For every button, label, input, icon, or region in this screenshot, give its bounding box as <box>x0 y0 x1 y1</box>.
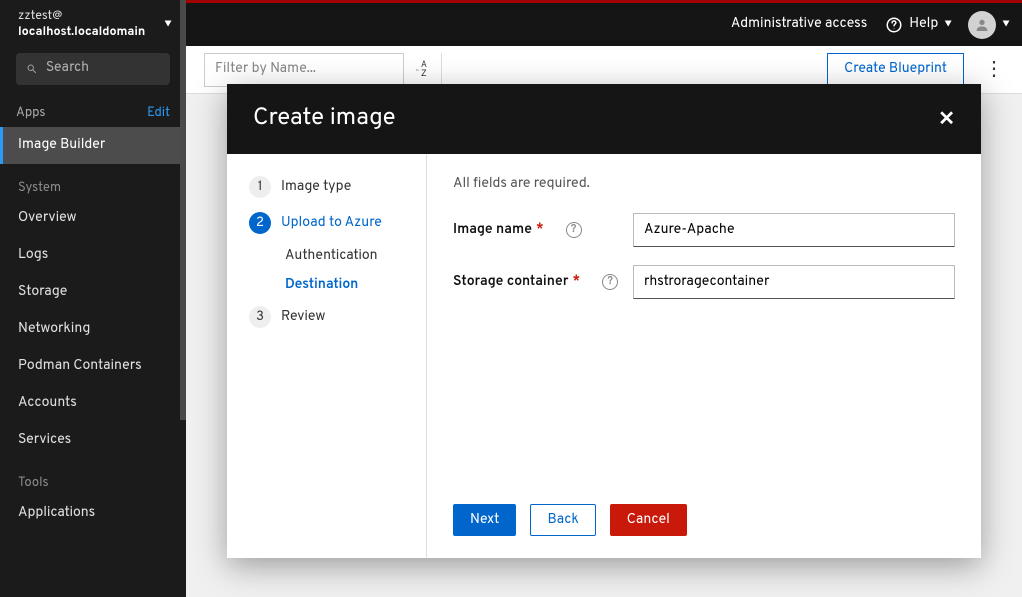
chevron-down-icon: ▼ <box>1002 18 1010 31</box>
sidebar-item-overview[interactable]: Overview <box>0 200 186 237</box>
step-number: 1 <box>249 176 271 198</box>
user-menu[interactable] <box>968 11 996 39</box>
apps-section-label: Apps <box>16 105 45 121</box>
step-number: 2 <box>249 212 271 234</box>
close-icon[interactable]: ✕ <box>938 106 955 133</box>
create-image-modal: Create image ✕ 1 Image type 2 Upload to … <box>227 84 981 558</box>
required-note: All fields are required. <box>453 176 955 193</box>
image-name-label: Image name* ? <box>453 222 633 239</box>
wizard-step-upload-azure[interactable]: 2 Upload to Azure <box>249 212 406 234</box>
chevron-down-icon: ▼ <box>944 18 952 31</box>
search-icon <box>26 62 38 76</box>
sidebar-item-accounts[interactable]: Accounts <box>0 385 186 422</box>
storage-container-input[interactable] <box>633 265 955 299</box>
storage-container-label: Storage container* ? <box>453 274 633 291</box>
search-input-wrap[interactable] <box>16 53 170 85</box>
sidebar-item-logs[interactable]: Logs <box>0 237 186 274</box>
apps-edit-link[interactable]: Edit <box>147 105 170 121</box>
image-name-input[interactable] <box>633 213 955 247</box>
modal-backdrop: Create image ✕ 1 Image type 2 Upload to … <box>186 46 1022 597</box>
wizard-step-review[interactable]: 3 Review <box>249 306 406 328</box>
sidebar-item-image-builder[interactable]: Image Builder <box>0 127 186 164</box>
system-section-label: System <box>0 164 186 200</box>
host-user: zztest@ <box>18 8 145 24</box>
tools-section-label: Tools <box>0 459 186 495</box>
help-icon[interactable]: ? <box>566 222 582 238</box>
sidebar-item-applications[interactable]: Applications <box>0 495 186 532</box>
sidebar: zztest@ localhost.localdomain ▼ Apps Edi… <box>0 0 186 597</box>
topbar: Administrative access Help ▼ ▼ <box>186 0 1022 46</box>
help-menu[interactable]: Help ▼ <box>885 16 952 34</box>
sidebar-item-networking[interactable]: Networking <box>0 311 186 348</box>
wizard-nav: 1 Image type 2 Upload to Azure Authentic… <box>227 154 427 558</box>
sidebar-item-storage[interactable]: Storage <box>0 274 186 311</box>
host-selector[interactable]: zztest@ localhost.localdomain ▼ <box>0 0 186 47</box>
admin-access-label[interactable]: Administrative access <box>731 16 867 33</box>
host-domain: localhost.localdomain <box>18 24 145 40</box>
cancel-button[interactable]: Cancel <box>610 504 687 536</box>
sidebar-item-services[interactable]: Services <box>0 422 186 459</box>
wizard-step-image-type[interactable]: 1 Image type <box>249 176 406 198</box>
wizard-substep-authentication[interactable]: Authentication <box>285 248 406 265</box>
wizard-content: All fields are required. Image name* ? S… <box>427 154 981 558</box>
next-button[interactable]: Next <box>453 504 516 536</box>
sidebar-item-podman[interactable]: Podman Containers <box>0 348 186 385</box>
chevron-down-icon: ▼ <box>164 18 172 31</box>
search-input[interactable] <box>46 60 160 77</box>
user-icon <box>974 17 990 33</box>
back-button[interactable]: Back <box>530 504 595 536</box>
help-label: Help <box>909 16 938 33</box>
modal-title: Create image <box>253 104 396 134</box>
help-icon[interactable]: ? <box>602 274 618 290</box>
help-icon <box>885 16 903 34</box>
wizard-substep-destination[interactable]: Destination <box>285 277 406 294</box>
step-number: 3 <box>249 306 271 328</box>
